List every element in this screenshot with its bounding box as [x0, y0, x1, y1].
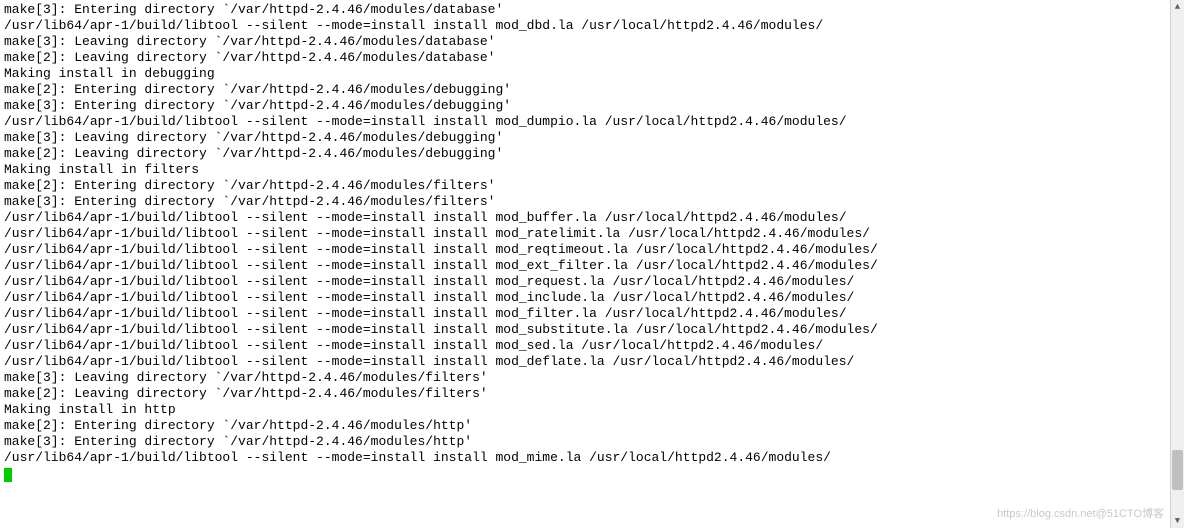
terminal-line: make[2]: Entering directory `/var/httpd-…	[4, 82, 1180, 98]
terminal-line: make[3]: Entering directory `/var/httpd-…	[4, 98, 1180, 114]
terminal-line: /usr/lib64/apr-1/build/libtool --silent …	[4, 226, 1180, 242]
scroll-up-arrow-icon[interactable]: ▲	[1171, 0, 1184, 14]
terminal-line: make[2]: Leaving directory `/var/httpd-2…	[4, 50, 1180, 66]
terminal-cursor-line	[4, 466, 1180, 482]
terminal-line: Making install in filters	[4, 162, 1180, 178]
terminal-line: /usr/lib64/apr-1/build/libtool --silent …	[4, 306, 1180, 322]
terminal-line: make[2]: Leaving directory `/var/httpd-2…	[4, 386, 1180, 402]
terminal-line: make[3]: Entering directory `/var/httpd-…	[4, 2, 1180, 18]
terminal-line: make[3]: Leaving directory `/var/httpd-2…	[4, 130, 1180, 146]
cursor-icon	[4, 468, 12, 482]
terminal-line: /usr/lib64/apr-1/build/libtool --silent …	[4, 18, 1180, 34]
terminal-line: /usr/lib64/apr-1/build/libtool --silent …	[4, 450, 1180, 466]
terminal-line: make[2]: Leaving directory `/var/httpd-2…	[4, 146, 1180, 162]
terminal-output[interactable]: make[3]: Entering directory `/var/httpd-…	[0, 0, 1184, 528]
terminal-line: make[2]: Entering directory `/var/httpd-…	[4, 418, 1180, 434]
terminal-line: make[2]: Entering directory `/var/httpd-…	[4, 178, 1180, 194]
terminal-line: /usr/lib64/apr-1/build/libtool --silent …	[4, 290, 1180, 306]
terminal-line: /usr/lib64/apr-1/build/libtool --silent …	[4, 210, 1180, 226]
terminal-line: make[3]: Leaving directory `/var/httpd-2…	[4, 370, 1180, 386]
terminal-line: /usr/lib64/apr-1/build/libtool --silent …	[4, 242, 1180, 258]
terminal-line: /usr/lib64/apr-1/build/libtool --silent …	[4, 322, 1180, 338]
terminal-line: Making install in http	[4, 402, 1180, 418]
terminal-line: /usr/lib64/apr-1/build/libtool --silent …	[4, 258, 1180, 274]
terminal-line: make[3]: Leaving directory `/var/httpd-2…	[4, 34, 1180, 50]
terminal-line: make[3]: Entering directory `/var/httpd-…	[4, 194, 1180, 210]
terminal-line: /usr/lib64/apr-1/build/libtool --silent …	[4, 274, 1180, 290]
terminal-line: make[3]: Entering directory `/var/httpd-…	[4, 434, 1180, 450]
vertical-scrollbar[interactable]: ▲ ▼	[1170, 0, 1184, 528]
terminal-line: /usr/lib64/apr-1/build/libtool --silent …	[4, 354, 1180, 370]
scroll-down-arrow-icon[interactable]: ▼	[1171, 514, 1184, 528]
terminal-line: /usr/lib64/apr-1/build/libtool --silent …	[4, 114, 1180, 130]
scrollbar-thumb[interactable]	[1172, 450, 1183, 490]
terminal-line: Making install in debugging	[4, 66, 1180, 82]
terminal-line: /usr/lib64/apr-1/build/libtool --silent …	[4, 338, 1180, 354]
